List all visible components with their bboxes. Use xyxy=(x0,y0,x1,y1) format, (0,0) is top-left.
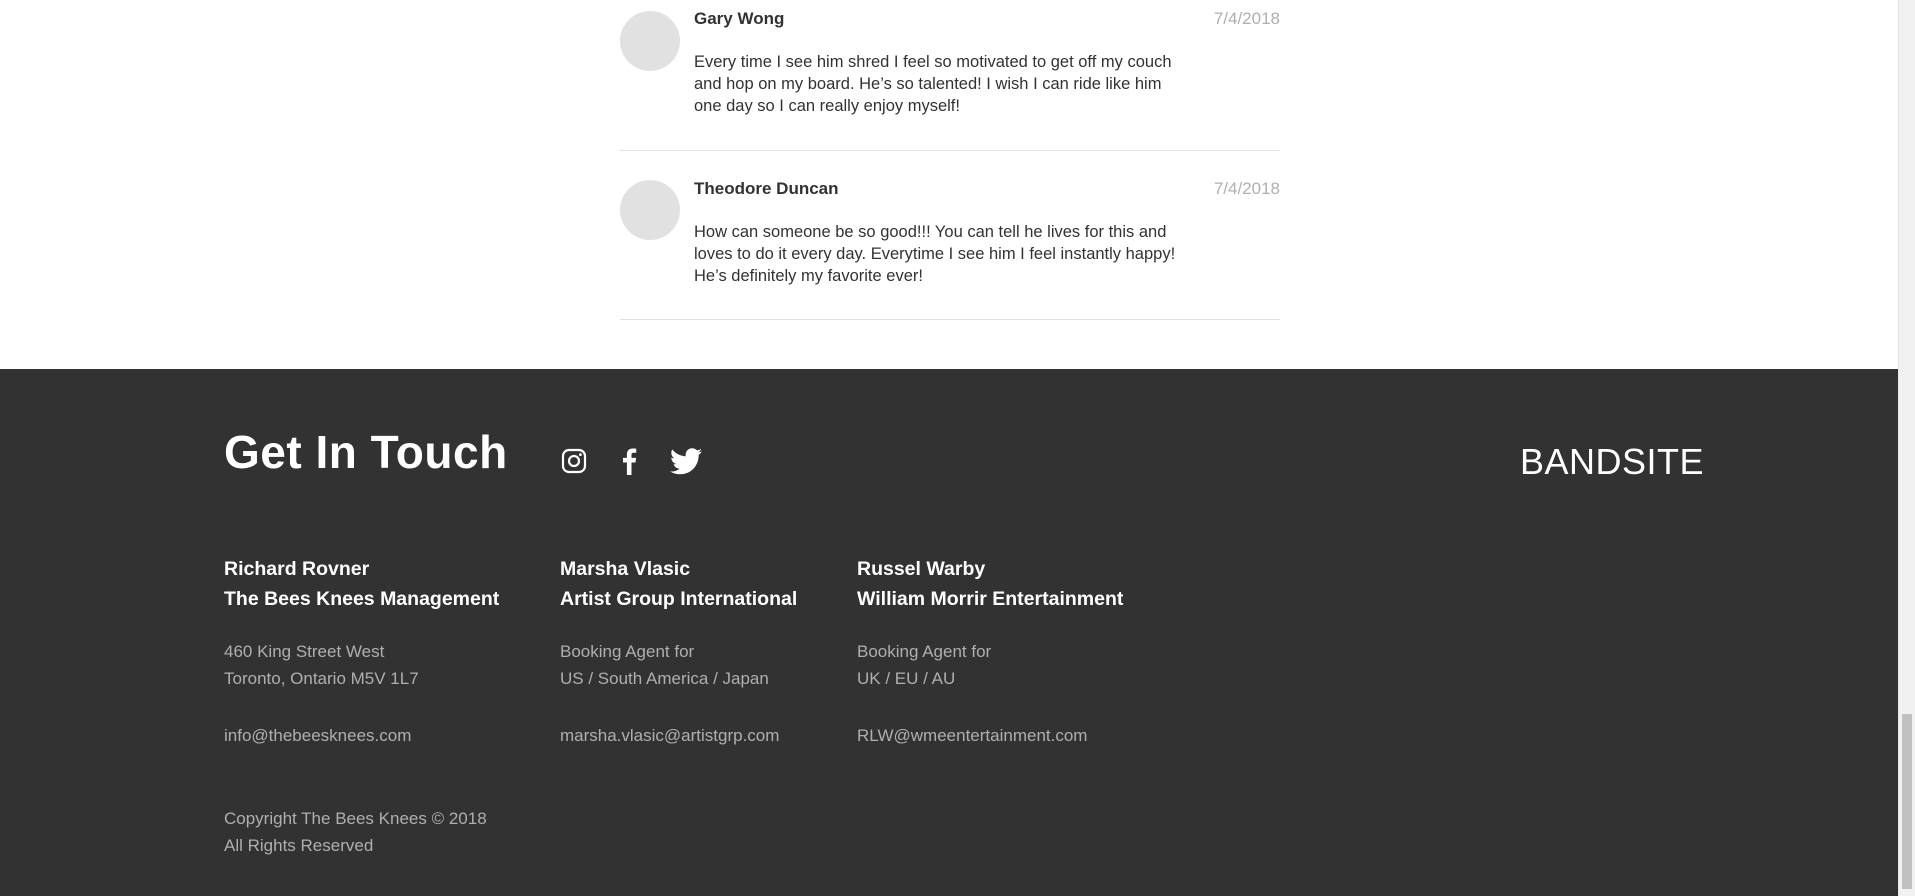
comment-text: How can someone be so good!!! You can te… xyxy=(694,223,1176,285)
contact-detail: US / South America / Japan xyxy=(560,669,769,688)
contact-detail: 460 King Street West xyxy=(224,642,385,661)
contact-card: Russel Warby William Morrir Entertainmen… xyxy=(857,554,1123,749)
brand-logo[interactable]: BANDSITE xyxy=(1520,441,1704,483)
page: Gary Wong 7/4/2018 Every time I see him … xyxy=(0,0,1915,896)
contact-organization: The Bees Knees Management xyxy=(224,588,500,610)
copyright-line: All Rights Reserved xyxy=(224,836,374,855)
copyright-line: Copyright The Bees Knees © 2018 xyxy=(224,809,487,828)
contact-card: Richard Rovner The Bees Knees Management… xyxy=(224,554,499,749)
contact-detail: Booking Agent for xyxy=(560,642,695,661)
contact-card: Marsha Vlasic Artist Group International… xyxy=(560,554,797,749)
contact-detail: Toronto, Ontario M5V 1L7 xyxy=(224,669,419,688)
comment-item: Theodore Duncan 7/4/2018 How can someone… xyxy=(620,151,1280,320)
contact-name: Russel Warby xyxy=(857,558,986,580)
contact-detail: Booking Agent for xyxy=(857,642,992,661)
contact-organization: Artist Group International xyxy=(560,588,798,610)
footer-title: Get In Touch xyxy=(224,426,508,478)
copyright: Copyright The Bees Knees © 2018 All Righ… xyxy=(224,805,487,859)
instagram-icon[interactable] xyxy=(558,444,590,478)
footer: Get In Touch BANDSITE Richard Rovner The… xyxy=(0,369,1898,896)
facebook-icon[interactable] xyxy=(614,444,644,478)
contact-name: Richard Rovner xyxy=(224,558,370,580)
twitter-icon[interactable] xyxy=(668,444,704,478)
comment-date: 7/4/2018 xyxy=(1213,9,1280,28)
contact-email-link[interactable]: RLW@wmeentertainment.com xyxy=(857,722,1123,749)
comments-list: Gary Wong 7/4/2018 Every time I see him … xyxy=(620,0,1280,320)
contact-organization: William Morrir Entertainment xyxy=(857,588,1124,610)
avatar xyxy=(620,11,680,71)
comment-date: 7/4/2018 xyxy=(1213,179,1280,198)
contact-detail: UK / EU / AU xyxy=(857,669,956,688)
contact-name: Marsha Vlasic xyxy=(560,558,691,580)
scrollbar-thumb[interactable] xyxy=(1902,714,1912,889)
comment-text: Every time I see him shred I feel so mot… xyxy=(694,53,1172,115)
comment-author: Theodore Duncan xyxy=(694,179,839,198)
avatar xyxy=(620,180,680,240)
contact-email-link[interactable]: marsha.vlasic@artistgrp.com xyxy=(560,722,797,749)
contact-email-link[interactable]: info@thebeesknees.com xyxy=(224,722,499,749)
scrollbar-track[interactable] xyxy=(1898,0,1915,896)
comment-item: Gary Wong 7/4/2018 Every time I see him … xyxy=(620,0,1280,151)
comment-author: Gary Wong xyxy=(694,9,785,28)
